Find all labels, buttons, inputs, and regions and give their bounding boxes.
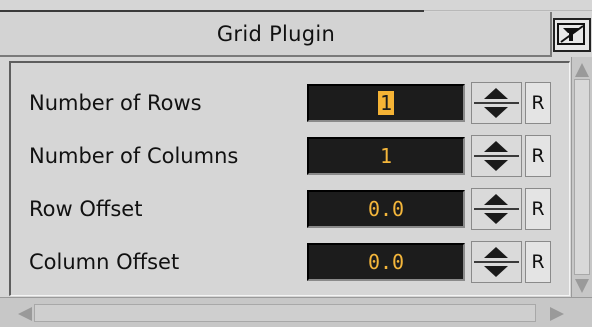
scroll-right-icon[interactable] bbox=[550, 307, 564, 321]
parameters-area: Number of Rows 1 R Number of Columns 1 R… bbox=[9, 61, 570, 296]
field-row-columns: Number of Columns 1 R bbox=[11, 134, 572, 178]
reset-button[interactable]: R bbox=[525, 135, 551, 177]
scroll-up-icon[interactable] bbox=[575, 63, 589, 77]
decrement-button[interactable] bbox=[472, 156, 521, 176]
pin-button[interactable] bbox=[553, 18, 591, 52]
column-offset-input[interactable]: 0.0 bbox=[307, 243, 465, 281]
field-row-rows: Number of Rows 1 R bbox=[11, 81, 572, 125]
field-value: 1 bbox=[377, 91, 395, 115]
field-row-column-offset: Column Offset 0.0 R bbox=[11, 240, 572, 284]
vertical-scroll-thumb[interactable] bbox=[574, 79, 590, 275]
arrow-down-icon bbox=[484, 213, 508, 224]
vertical-scrollbar[interactable] bbox=[571, 57, 592, 297]
top-border-light bbox=[424, 10, 592, 11]
field-label: Row Offset bbox=[29, 197, 143, 221]
arrow-down-icon bbox=[484, 107, 508, 118]
decrement-button[interactable] bbox=[472, 262, 521, 282]
reset-button[interactable]: R bbox=[525, 241, 551, 283]
number-of-columns-stepper[interactable] bbox=[471, 135, 522, 177]
row-offset-input[interactable]: 0.0 bbox=[307, 190, 465, 228]
increment-button[interactable] bbox=[472, 83, 521, 103]
column-offset-stepper[interactable] bbox=[471, 241, 522, 283]
field-label: Column Offset bbox=[29, 250, 180, 274]
scroll-left-icon[interactable] bbox=[18, 307, 32, 321]
arrow-up-icon bbox=[484, 88, 508, 99]
panel-title: Grid Plugin bbox=[216, 22, 336, 46]
field-row-row-offset: Row Offset 0.0 R bbox=[11, 187, 572, 231]
reset-button[interactable]: R bbox=[525, 188, 551, 230]
title-bar: Grid Plugin bbox=[0, 12, 552, 57]
increment-button[interactable] bbox=[472, 242, 521, 262]
number-of-columns-input[interactable]: 1 bbox=[307, 137, 465, 175]
title-divider bbox=[550, 12, 552, 57]
arrow-up-icon bbox=[484, 194, 508, 205]
field-label: Number of Columns bbox=[29, 144, 239, 168]
reset-button[interactable]: R bbox=[525, 82, 551, 124]
arrow-up-icon bbox=[484, 247, 508, 258]
arrow-down-icon bbox=[484, 266, 508, 277]
decrement-button[interactable] bbox=[472, 103, 521, 123]
arrow-down-icon bbox=[484, 160, 508, 171]
field-label: Number of Rows bbox=[29, 91, 202, 115]
horizontal-scroll-track[interactable] bbox=[34, 304, 536, 322]
increment-button[interactable] bbox=[472, 136, 521, 156]
grid-plugin-panel: Grid Plugin Number of Rows 1 R Number of… bbox=[0, 0, 592, 327]
number-of-rows-stepper[interactable] bbox=[471, 82, 522, 124]
arrow-up-icon bbox=[484, 141, 508, 152]
row-offset-stepper[interactable] bbox=[471, 188, 522, 230]
decrement-button[interactable] bbox=[472, 209, 521, 229]
horizontal-scrollbar[interactable] bbox=[0, 297, 592, 327]
number-of-rows-input[interactable]: 1 bbox=[307, 84, 465, 122]
increment-button[interactable] bbox=[472, 189, 521, 209]
scroll-down-icon[interactable] bbox=[575, 279, 589, 293]
pin-icon bbox=[557, 23, 585, 45]
